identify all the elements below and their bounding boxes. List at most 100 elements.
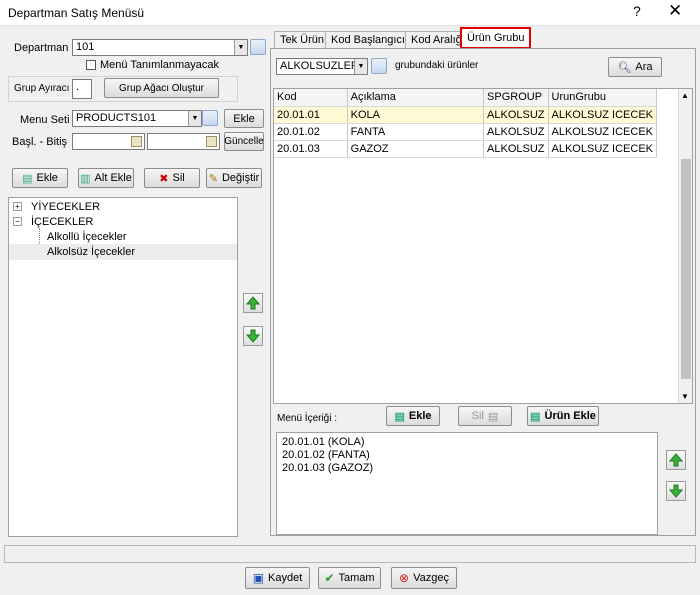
arrow-up-icon (246, 296, 260, 310)
window-title: Departman Satış Menüsü (8, 6, 145, 20)
tree-ekle-button[interactable]: ▤ Ekle (12, 168, 68, 188)
departman-label: Departman (14, 42, 69, 54)
save-icon: ▣ (252, 571, 265, 585)
add-icon: ▤ (22, 172, 33, 185)
product-table: Kod Açıklama SPGROUP UrunGrubu 20.01.01 … (274, 89, 658, 158)
delete-icon: ▤ (487, 410, 499, 423)
degistir-button[interactable]: ✎ Değiştir (206, 168, 262, 188)
group-select[interactable]: ALKOLSUZLER ▼ (276, 58, 368, 75)
menu-move-down-button[interactable] (666, 481, 686, 501)
tree-sil-label: Sil (172, 172, 185, 184)
tamam-label: Tamam (338, 572, 375, 584)
tree-ekle-label: Ekle (36, 172, 58, 184)
lookup-icon[interactable] (202, 110, 218, 126)
scroll-up-icon[interactable]: ▲ (681, 91, 689, 100)
vazgec-button[interactable]: ⊗ Vazgeç (391, 567, 457, 589)
tab-tek-urun[interactable]: Tek Ürün (274, 31, 331, 49)
bitis-input[interactable] (147, 133, 220, 150)
ara-button[interactable]: 🔍︎ Ara (608, 57, 662, 77)
lookup-icon[interactable] (250, 39, 266, 55)
menu-seti-label: Menu Seti (20, 114, 70, 126)
grup-ayiraci-label: Grup Ayıracı (14, 83, 70, 94)
close-button[interactable]: ✕ (668, 1, 682, 21)
lookup-icon[interactable] (371, 58, 387, 74)
column-header[interactable]: Kod (274, 89, 348, 107)
left-settings-panel: Departman 101 ▼ Menü Tanımlanmayacak Gru… (4, 30, 266, 190)
menu-move-up-button[interactable] (666, 450, 686, 470)
group-value: ALKOLSUZLER (280, 60, 359, 72)
kaydet-button[interactable]: ▣ Kaydet (245, 567, 310, 589)
grup-ayiraci-input[interactable]: . (72, 79, 92, 99)
column-header[interactable]: Açıklama (347, 89, 485, 107)
table-cell: 20.01.01 (274, 106, 348, 124)
table-cell: KOLA (347, 106, 485, 124)
search-icon: 🔍︎ (617, 61, 632, 74)
departman-select[interactable]: 101 ▼ (72, 39, 248, 56)
degistir-label: Değiştir (221, 172, 260, 184)
guncelle-button[interactable]: Güncelle (224, 132, 264, 151)
table-header-row: Kod Açıklama SPGROUP UrunGrubu (274, 89, 658, 107)
scrollbar-thumb[interactable] (681, 159, 691, 379)
help-button[interactable]: ? (633, 3, 641, 19)
add-icon: ▤ (530, 410, 541, 423)
tamam-button[interactable]: ✔ Tamam (318, 567, 381, 589)
tree-item-yiyecekler[interactable]: YİYECEKLER (31, 201, 100, 213)
calendar-icon[interactable] (131, 136, 142, 147)
baslangic-input[interactable] (72, 133, 145, 150)
tab-kod-baslangici[interactable]: Kod Başlangıcı (325, 31, 411, 49)
column-header[interactable]: SPGROUP (483, 89, 549, 107)
title-bar: Departman Satış Menüsü ? ✕ (0, 0, 700, 26)
menu-sil-button[interactable]: Sil ▤ (458, 406, 512, 426)
chevron-down-icon[interactable]: ▼ (188, 111, 201, 126)
tree-sil-button[interactable]: ✖ Sil (144, 168, 200, 188)
table-cell: ALKOLSUZ (483, 140, 549, 158)
chevron-down-icon[interactable]: ▼ (234, 40, 247, 55)
add-child-icon: ▥ (80, 172, 91, 185)
list-item[interactable]: 20.01.01 (KOLA) (282, 436, 652, 449)
menu-ekle-button[interactable]: ▤ Ekle (386, 406, 440, 426)
list-item[interactable]: 20.01.02 (FANTA) (282, 449, 652, 462)
calendar-icon[interactable] (206, 136, 217, 147)
tree-item-alkolsuz[interactable]: Alkolsüz İçecekler (47, 246, 135, 258)
vazgec-label: Vazgeç (413, 572, 449, 584)
group-tree[interactable]: + YİYECEKLER − İÇECEKLER Alkollü İçecekl… (8, 197, 238, 537)
urun-ekle-button[interactable]: ▤ Ürün Ekle (527, 406, 599, 426)
menu-sil-label: Sil (471, 410, 484, 422)
no-menu-label: Menü Tanımlanmayacak (100, 59, 220, 71)
expand-icon[interactable]: + (13, 202, 22, 211)
table-cell: ALKOLSUZ ICECEK (548, 140, 658, 158)
no-menu-checkbox[interactable] (86, 60, 96, 70)
product-grid[interactable]: Kod Açıklama SPGROUP UrunGrubu 20.01.01 … (273, 88, 693, 404)
table-cell: ALKOLSUZ ICECEK (548, 123, 658, 141)
list-item[interactable]: 20.01.03 (GAZOZ) (282, 462, 652, 475)
tab-urun-grubu[interactable]: Ürün Grubu (460, 27, 532, 49)
departman-value: 101 (76, 41, 95, 53)
arrow-down-icon (669, 484, 683, 498)
group-suffix-text: grubundaki ürünler (395, 60, 479, 71)
delete-icon: ✖ (159, 172, 169, 185)
chevron-down-icon[interactable]: ▼ (354, 59, 367, 74)
column-header[interactable]: UrunGrubu (548, 89, 658, 107)
arrow-down-icon (246, 329, 260, 343)
menu-seti-ekle-button[interactable]: Ekle (224, 109, 264, 128)
move-up-button[interactable] (243, 293, 263, 313)
tree-item-icecekler[interactable]: İÇECEKLER (31, 216, 93, 228)
scroll-down-icon[interactable]: ▼ (681, 392, 689, 401)
table-cell: 20.01.02 (274, 123, 348, 141)
table-cell: ALKOLSUZ (483, 123, 549, 141)
grup-agaci-button[interactable]: Grup Ağacı Oluştur (104, 78, 219, 98)
alt-ekle-button[interactable]: ▥ Alt Ekle (78, 168, 134, 188)
grid-scrollbar[interactable]: ▲ ▼ (678, 89, 692, 403)
table-row[interactable]: 20.01.02 FANTA ALKOLSUZ ALKOLSUZ ICECEK (274, 123, 658, 141)
tree-item-alkollu[interactable]: Alkollü İçecekler (47, 231, 126, 243)
move-down-button[interactable] (243, 326, 263, 346)
table-row[interactable]: 20.01.01 KOLA ALKOLSUZ ALKOLSUZ ICECEK (274, 106, 658, 124)
menu-content-list[interactable]: 20.01.01 (KOLA) 20.01.02 (FANTA) 20.01.0… (276, 432, 658, 535)
table-cell: 20.01.03 (274, 140, 348, 158)
cancel-icon: ⊗ (399, 571, 410, 585)
ara-label: Ara (635, 61, 653, 73)
menu-seti-select[interactable]: PRODUCTS101 ▼ (72, 110, 202, 127)
table-row[interactable]: 20.01.03 GAZOZ ALKOLSUZ ALKOLSUZ ICECEK (274, 140, 658, 158)
basl-bitis-label: Başl. - Bitiş (12, 136, 68, 148)
collapse-icon[interactable]: − (13, 217, 22, 226)
